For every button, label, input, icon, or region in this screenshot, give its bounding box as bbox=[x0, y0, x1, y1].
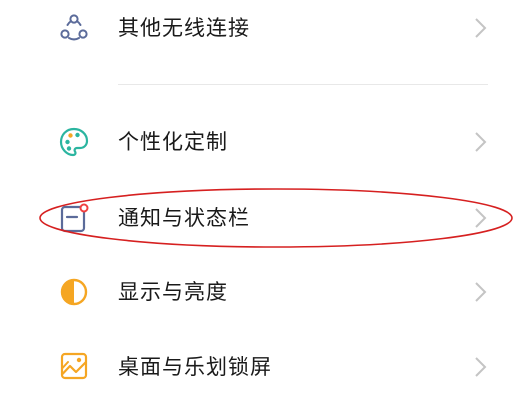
settings-item-other-wireless[interactable]: 其他无线连接 bbox=[0, 0, 520, 60]
settings-item-personalization[interactable]: 个性化定制 bbox=[0, 112, 520, 172]
chevron-right-icon bbox=[472, 16, 488, 40]
chevron-right-icon bbox=[472, 280, 488, 304]
annotation-ellipse bbox=[39, 188, 513, 248]
chevron-right-icon bbox=[472, 355, 488, 379]
wallpaper-icon bbox=[58, 350, 90, 382]
settings-item-desktop-lockscreen[interactable]: 桌面与乐划锁屏 bbox=[0, 336, 520, 396]
settings-item-label: 显示与亮度 bbox=[118, 280, 228, 304]
section-divider bbox=[118, 84, 488, 85]
settings-item-label: 个性化定制 bbox=[118, 130, 228, 154]
settings-item-label: 其他无线连接 bbox=[118, 16, 250, 40]
settings-item-label: 桌面与乐划锁屏 bbox=[118, 355, 272, 379]
settings-item-display-brightness[interactable]: 显示与亮度 bbox=[0, 262, 520, 322]
chevron-right-icon bbox=[472, 130, 488, 154]
brightness-icon bbox=[58, 276, 90, 308]
palette-icon bbox=[58, 126, 90, 158]
connections-icon bbox=[58, 12, 90, 44]
